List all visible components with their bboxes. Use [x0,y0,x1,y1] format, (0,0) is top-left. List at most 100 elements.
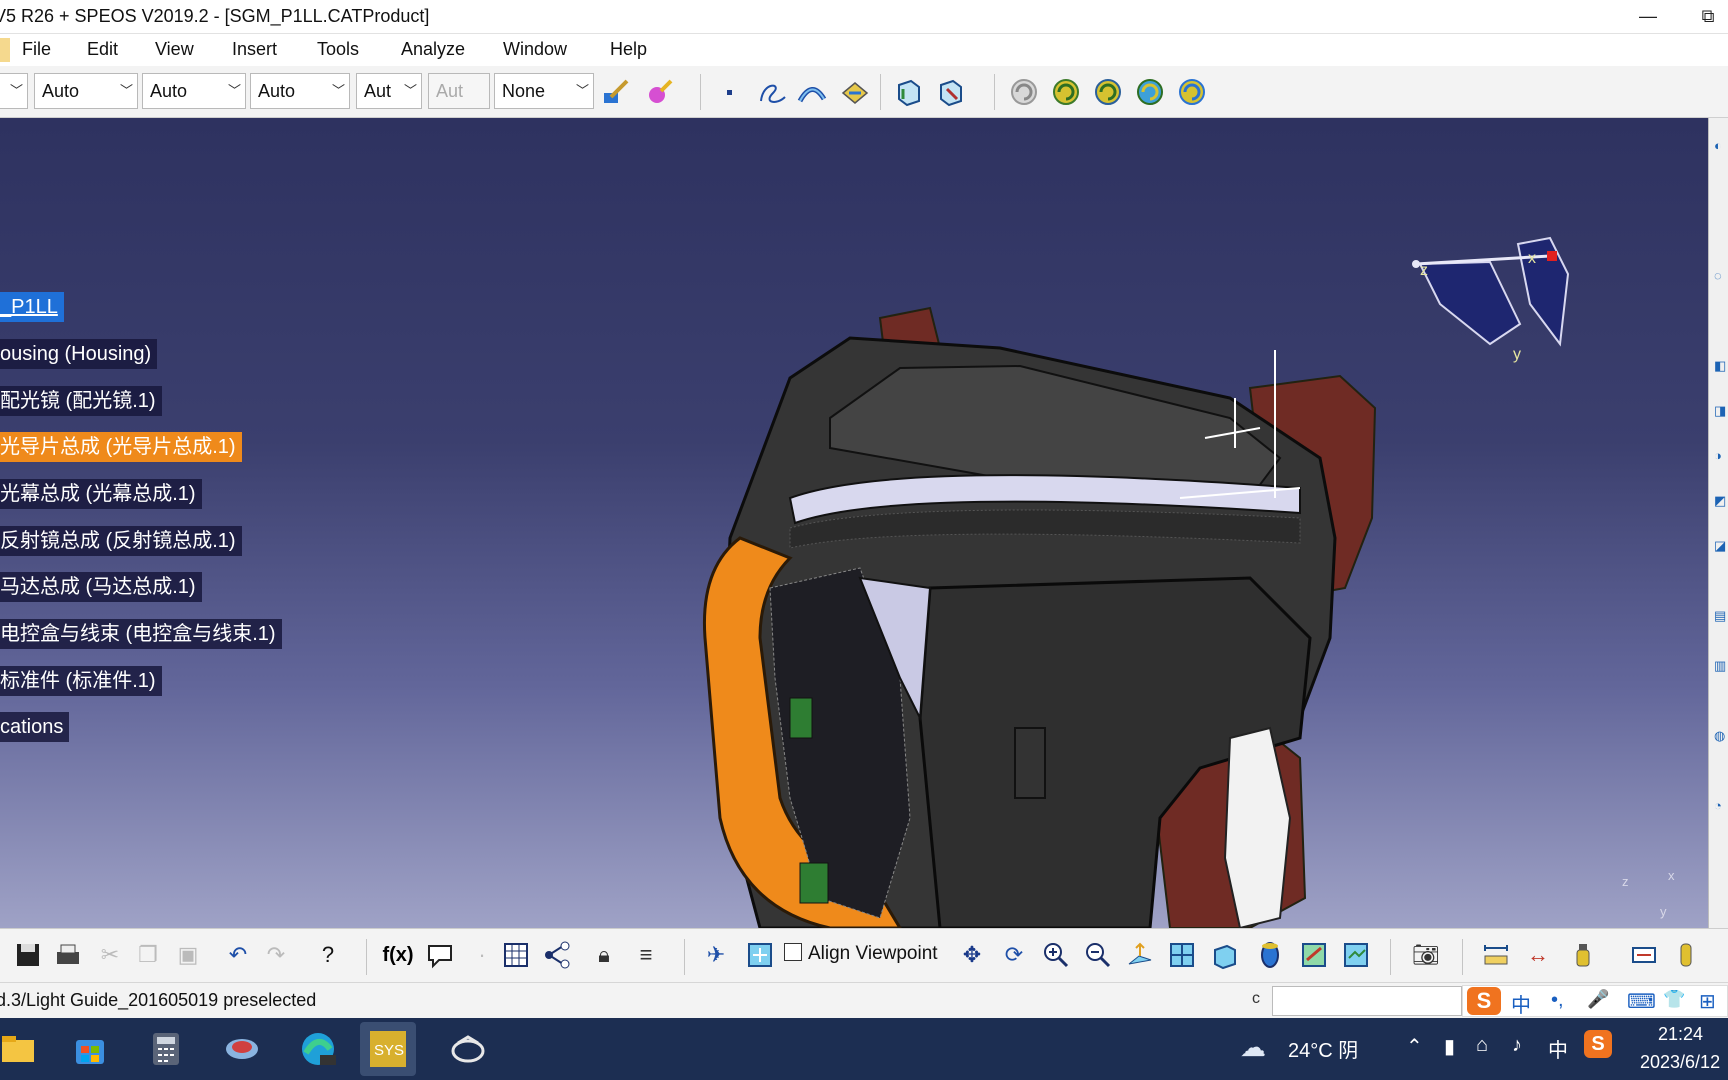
tree-item-reflector[interactable]: 反射镜总成 (反射镜总成.1) [0,526,242,556]
ime-mode-zh[interactable]: 中 [1511,989,1531,1018]
swirl-3-icon[interactable] [1092,76,1124,108]
swirl-5-icon[interactable] [1176,76,1208,108]
print-icon[interactable] [52,939,84,971]
fit-all-icon[interactable] [744,939,776,971]
tool-icon[interactable]: ◐ [1714,138,1726,154]
compass-widget[interactable] [1400,234,1600,364]
fly-mode-icon[interactable]: ✈ [700,939,732,971]
product-b-icon[interactable] [934,76,966,108]
line-thickness-combo[interactable]: Auto ﹀ [142,73,246,109]
calculator-icon[interactable] [138,1022,194,1076]
swirl-1-icon[interactable] [1008,76,1040,108]
graph-icon[interactable] [542,939,574,971]
tool-icon[interactable]: ◌ [1714,268,1726,284]
tree-item-standard-parts[interactable]: 标准件 (标准件.1) [0,666,162,696]
menu-help[interactable]: Help [610,39,647,60]
3d-viewport[interactable]: z x y z x y _P1LL ousing (Housing) 配光镜 (… [0,118,1708,928]
pan-icon[interactable]: ✥ [956,939,988,971]
swap-visible-icon[interactable] [1340,939,1372,971]
align-viewpoint-checkbox[interactable] [784,943,802,961]
keyboard-icon[interactable]: ⌨ [1627,989,1656,1014]
table-icon[interactable] [500,939,532,971]
rotate-icon[interactable]: ⟳ [998,939,1030,971]
capture-icon[interactable]: 📷︎ [1410,939,1442,971]
menu-analyze[interactable]: Analyze [401,39,465,60]
menu-insert[interactable]: Insert [232,39,277,60]
ime-grid-icon[interactable]: ⊞ [1699,989,1716,1014]
tool-icon[interactable]: ◍ [1714,728,1726,744]
transparency-combo[interactable]: Auto ﹀ [34,73,138,109]
tool-icon[interactable]: ◔ [1714,798,1726,814]
store-icon[interactable] [62,1022,118,1076]
whats-this-icon[interactable]: ? [312,939,344,971]
menu-edit[interactable]: Edit [87,39,118,60]
surface-icon[interactable] [796,76,828,108]
tree-item-ecu-harness[interactable]: 电控盒与线束 (电控盒与线束.1) [0,619,282,649]
sogou-logo-icon[interactable]: S [1467,987,1501,1015]
menu-file[interactable]: File [22,39,51,60]
chevron-up-icon[interactable]: ⌃ [1406,1034,1423,1059]
tool-icon[interactable]: ▤ [1714,608,1726,624]
multi-view-icon[interactable] [1166,939,1198,971]
app-icon[interactable] [214,1022,270,1076]
swirl-2-icon[interactable] [1050,76,1082,108]
tool-icon[interactable]: ▥ [1714,658,1726,674]
weather-text[interactable]: 24°C 阴 [1288,1034,1358,1063]
swirl-4-icon[interactable] [1134,76,1166,108]
file-explorer-icon[interactable] [0,1022,46,1076]
zoom-in-icon[interactable] [1040,939,1072,971]
paint-brush-icon[interactable] [600,76,632,108]
skin-icon[interactable]: 👕 [1663,989,1685,1010]
shading-icon[interactable] [1254,939,1286,971]
tool-icon[interactable]: ◑ [1714,448,1726,464]
normal-view-icon[interactable] [1124,939,1156,971]
tree-item-light-guide[interactable]: 光导片总成 (光导片总成.1) [0,432,242,462]
sphere-icon[interactable] [644,76,676,108]
formula-icon[interactable]: f(x) [382,939,414,971]
undo-icon[interactable]: ↶ [222,939,254,971]
tree-item-applications[interactable]: cations [0,712,70,742]
line-type-combo[interactable]: Auto ﹀ [250,73,350,109]
restore-button[interactable]: ⧉ [1686,2,1728,30]
face-icon[interactable] [838,76,870,108]
tree-expand-icon[interactable]: ≡ [630,939,662,971]
clock-date[interactable]: 2023/6/12 [1640,1052,1720,1073]
tool-icon[interactable]: ◩ [1714,493,1726,509]
bottle-icon[interactable] [1566,939,1598,971]
color-combo[interactable]: ﹀ [0,73,28,109]
menu-view[interactable]: View [155,39,194,60]
catia-icon[interactable] [440,1022,496,1076]
point-symbol-combo[interactable]: Aut ﹀ [356,73,422,109]
lock-icon[interactable]: 🔒︎ [588,939,620,971]
hide-show-icon[interactable] [1298,939,1330,971]
menu-window[interactable]: Window [503,39,567,60]
menu-tools[interactable]: Tools [317,39,359,60]
microphone-icon[interactable]: 🎤 [1587,989,1609,1010]
tool-icon[interactable]: ◧ [1714,358,1726,374]
usb-icon[interactable]: ▮ [1444,1034,1455,1059]
sys-app-icon[interactable]: SYS [360,1022,416,1076]
comment-icon[interactable] [424,939,456,971]
edge-dev-icon[interactable] [290,1022,346,1076]
network-icon[interactable]: ⌂ [1476,1034,1488,1057]
ime-punct[interactable]: •, [1551,989,1564,1012]
save-icon[interactable] [12,939,44,971]
zoom-out-icon[interactable] [1082,939,1114,971]
tool-icon[interactable]: ◪ [1714,538,1726,554]
measure-item-icon[interactable]: ↔ [1522,939,1554,971]
product-a-icon[interactable] [892,76,924,108]
point-icon[interactable] [714,76,746,108]
volume-icon[interactable]: ♪ [1512,1034,1522,1057]
tree-item-motor[interactable]: 马达总成 (马达总成.1) [0,572,202,602]
tree-item-root[interactable]: _P1LL [0,292,64,322]
inertia-icon[interactable] [1670,939,1702,971]
minimize-button[interactable]: — [1626,2,1670,30]
tree-item-lens[interactable]: 配光镜 (配光镜.1) [0,386,162,416]
clock-time[interactable]: 21:24 [1658,1024,1703,1045]
tree-item-housing[interactable]: ousing (Housing) [0,339,158,369]
curve-icon[interactable] [756,76,788,108]
input-method-indicator[interactable]: 中 [1548,1034,1568,1063]
measure-between-icon[interactable] [1628,939,1660,971]
rendering-style-combo[interactable]: None ﹀ [494,73,594,109]
sogou-tray-icon[interactable]: S [1584,1030,1612,1058]
